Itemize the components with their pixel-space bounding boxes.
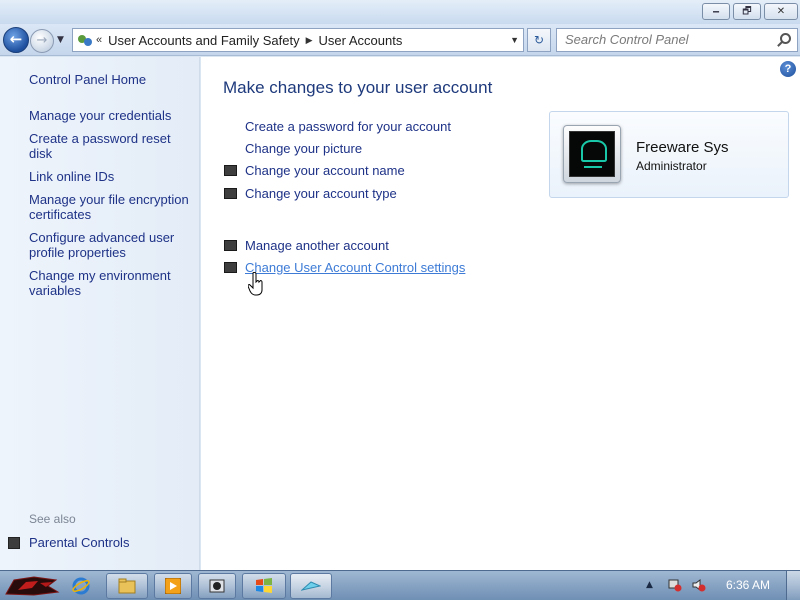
clock[interactable]: 6:36 AM [726,578,770,592]
title-bar: 🗕 🗗 ✕ [0,0,800,24]
search-input[interactable]: Search Control Panel [556,28,798,52]
task-create-password[interactable]: Create a password for your account [224,117,451,135]
address-dropdown-icon[interactable]: ▼ [510,35,519,45]
rog-logo-icon [569,131,615,177]
avatar [563,125,621,183]
sidebar-task-list: Manage your credentials Create a passwor… [29,108,194,306]
task-label: Change User Account Control settings [245,259,466,275]
user-accounts-icon [77,32,93,48]
media-player-icon [165,578,181,594]
internet-explorer-icon [72,577,90,595]
account-name: Freeware Sys [636,139,729,156]
back-button[interactable]: ← [3,27,29,53]
task-label: Manage another account [245,237,389,253]
account-role: Administrator [636,159,707,173]
windows-start-button[interactable] [242,573,286,599]
show-hidden-icons-icon[interactable]: ▲ [646,580,653,590]
internet-explorer-button[interactable] [66,573,96,599]
maximize-button[interactable]: 🗗 [733,3,761,20]
parental-controls-label: Parental Controls [29,535,130,550]
volume-muted-icon[interactable] [692,578,706,592]
breadcrumb-separator-icon[interactable]: ▶ [306,35,313,46]
page-title: Make changes to your user account [223,78,493,97]
sidebar-item-manage-credentials[interactable]: Manage your credentials [29,108,194,123]
sidebar-item-password-reset-disk[interactable]: Create a password reset disk [29,131,194,161]
close-button[interactable]: ✕ [764,3,798,20]
sidebar-item-link-online-ids[interactable]: Link online IDs [29,169,194,184]
see-also-label: See also [29,512,76,526]
sidebar-item-advanced-profile[interactable]: Configure advanced user profile properti… [29,230,194,260]
shield-icon [224,261,237,273]
app-icon [209,579,225,593]
task-manage-another-account[interactable]: Manage another account [224,236,389,254]
recent-pages-dropdown[interactable]: ▼ [57,35,64,45]
sidebar-item-environment-variables[interactable]: Change my environment variables [29,268,194,298]
sidebar: Control Panel Home Manage your credentia… [0,57,200,570]
task-label: Create a password for your account [245,118,451,134]
start-button-rog-icon[interactable] [4,574,60,598]
task-change-account-type[interactable]: Change your account type [224,184,397,202]
task-label: Change your account type [245,185,397,201]
hand-pointer-icon [248,272,263,296]
navigation-bar: ← → ▼ « User Accounts and Family Safety … [0,24,800,56]
sidebar-item-file-encryption[interactable]: Manage your file encryption certificates [29,192,194,222]
show-desktop-button[interactable] [786,571,800,600]
breadcrumb-user-accounts[interactable]: User Accounts [319,33,403,48]
network-icon[interactable] [668,578,682,592]
windows-logo-icon [256,578,272,593]
address-bar[interactable]: « User Accounts and Family Safety ▶ User… [72,28,524,52]
search-placeholder: Search Control Panel [565,32,689,47]
help-icon[interactable]: ? [780,61,796,77]
sidebar-item-parental-controls[interactable]: Parental Controls [8,535,129,550]
app-button[interactable] [198,573,236,599]
breadcrumb-user-accounts-family-safety[interactable]: User Accounts and Family Safety [108,33,299,48]
sidebar-control-panel-home[interactable]: Control Panel Home [29,72,146,87]
shield-icon [224,239,237,251]
shield-icon [8,536,20,549]
shield-icon [224,187,237,199]
search-icon[interactable] [780,33,791,44]
shield-icon [224,164,237,176]
active-window-icon [301,581,321,591]
task-label: Change your picture [245,140,363,156]
active-window-button[interactable] [290,573,332,599]
task-change-picture[interactable]: Change your picture [224,139,362,157]
refresh-button[interactable]: ↻ [527,28,551,52]
windows-explorer-icon [118,578,136,594]
media-player-button[interactable] [154,573,192,599]
minimize-button[interactable]: 🗕 [702,3,730,20]
address-overflow-chevron[interactable]: « [96,34,102,46]
account-card: Freeware Sys Administrator [549,111,789,198]
forward-button[interactable]: → [30,29,54,53]
taskbar: ▲ 6:36 AM [0,570,800,600]
windows-explorer-button[interactable] [106,573,148,599]
task-label: Change your account name [245,162,405,178]
task-change-account-name[interactable]: Change your account name [224,161,405,179]
main-content: ? Make changes to your user account Crea… [201,57,800,570]
